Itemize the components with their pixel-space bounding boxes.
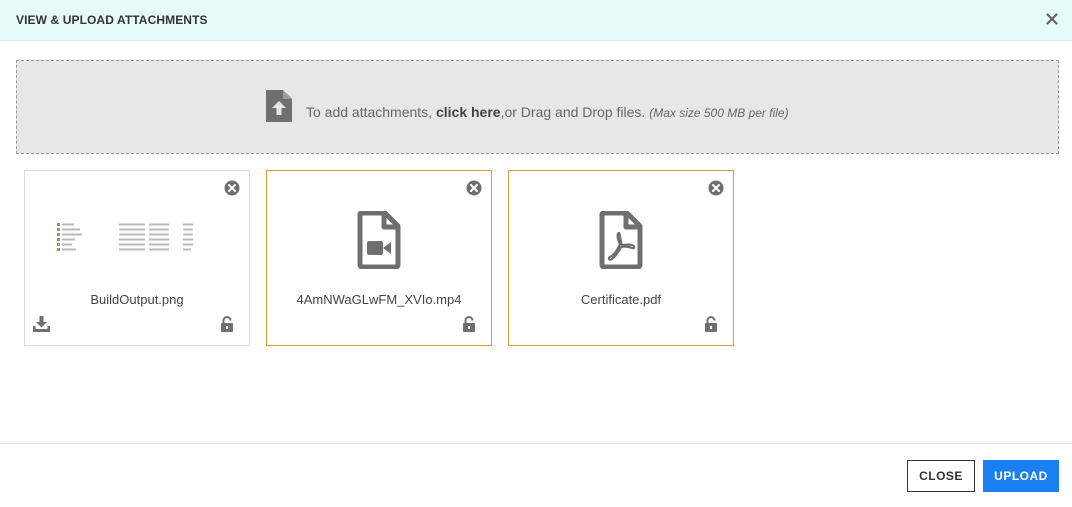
dropzone-text: To add attachments, click here,or Drag a… [306, 104, 789, 120]
attachment-filename: BuildOutput.png [90, 292, 184, 307]
download-icon[interactable] [33, 316, 50, 332]
dialog-header: VIEW & UPLOAD ATTACHMENTS [0, 0, 1072, 41]
upload-button[interactable]: UPLOAD [983, 460, 1059, 492]
remove-circle-icon[interactable] [708, 180, 724, 196]
upload-dropzone[interactable]: To add attachments, click here,or Drag a… [16, 60, 1059, 154]
max-size-note: (Max size 500 MB per file) [649, 106, 789, 120]
attachment-filename: 4AmNWaGLwFM_XVIo.mp4 [296, 292, 462, 307]
attachment-filename: Certificate.pdf [580, 292, 662, 307]
unlock-icon[interactable] [704, 316, 718, 332]
file-video-icon [357, 211, 401, 269]
attachment-card[interactable]: Certificate.pdf [508, 170, 734, 346]
remove-circle-icon[interactable] [466, 180, 482, 196]
image-thumbnail[interactable] [57, 222, 219, 256]
attachment-card[interactable]: BuildOutput.png [24, 170, 250, 346]
close-x-icon[interactable] [1046, 12, 1058, 26]
close-button[interactable]: CLOSE [907, 460, 975, 492]
footer-divider [0, 443, 1072, 444]
unlock-icon[interactable] [220, 316, 234, 332]
file-pdf-icon [599, 211, 643, 269]
attachment-card[interactable]: 4AmNWaGLwFM_XVIo.mp4 [266, 170, 492, 346]
unlock-icon[interactable] [462, 316, 476, 332]
file-upload-icon [266, 90, 292, 122]
dialog-title: VIEW & UPLOAD ATTACHMENTS [16, 13, 208, 27]
remove-circle-icon[interactable] [224, 180, 240, 196]
click-here-link[interactable]: click here [436, 104, 501, 120]
